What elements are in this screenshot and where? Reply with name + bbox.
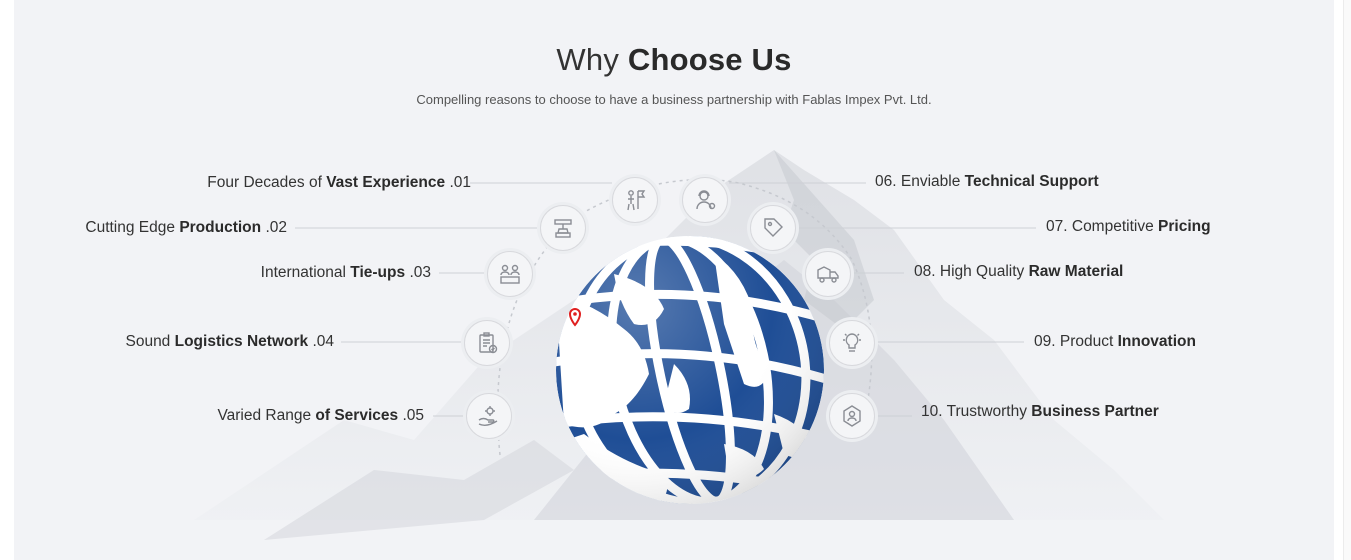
- reason-number: 08.: [914, 263, 936, 280]
- reason-number: .02: [265, 219, 287, 236]
- reason-prefix: Four Decades of: [207, 174, 327, 191]
- page-scrollbar[interactable]: [1343, 0, 1351, 560]
- reason-bold: Logistics Network: [174, 333, 309, 350]
- reason-item-04: Sound Logistics Network .04: [125, 333, 334, 351]
- reason-item-05: Varied Range of Services .05: [217, 407, 424, 425]
- reason-number: .05: [402, 407, 424, 424]
- reason-number: .03: [409, 264, 431, 281]
- reason-bold: Production: [179, 219, 262, 236]
- reason-number: 06.: [875, 173, 897, 190]
- handshake-network-icon: [829, 393, 875, 439]
- reason-bold: Innovation: [1117, 333, 1196, 350]
- reason-bold: Pricing: [1158, 218, 1211, 235]
- reason-bold: Technical Support: [964, 173, 1099, 190]
- reason-item-08: 08. High Quality Raw Material: [914, 263, 1123, 281]
- globe-image: [556, 236, 824, 504]
- clipboard-check-icon: [464, 320, 510, 366]
- reason-prefix: Varied Range: [217, 407, 316, 424]
- reason-item-02: Cutting Edge Production .02: [85, 219, 287, 237]
- hand-gear-icon: [466, 393, 512, 439]
- partners-icon: [487, 251, 533, 297]
- reason-prefix: Cutting Edge: [85, 219, 180, 236]
- flag-person-icon: [612, 177, 658, 223]
- reason-item-10: 10. Trustworthy Business Partner: [921, 403, 1159, 421]
- reason-item-01: Four Decades of Vast Experience .01: [207, 174, 471, 192]
- reason-item-03: International Tie-ups .03: [261, 264, 431, 282]
- reason-prefix: Product: [1055, 333, 1118, 350]
- reason-item-07: 07. Competitive Pricing: [1046, 218, 1211, 236]
- reason-prefix: Trustworthy: [942, 403, 1032, 420]
- reason-prefix: Competitive: [1067, 218, 1159, 235]
- reason-bold: of Services: [315, 407, 399, 424]
- reason-prefix: International: [260, 264, 351, 281]
- reason-bold: Vast Experience: [326, 174, 446, 191]
- reason-number: 07.: [1046, 218, 1068, 235]
- reason-bold: Raw Material: [1028, 263, 1124, 280]
- reason-number: .04: [312, 333, 334, 350]
- reason-prefix: Sound: [125, 333, 175, 350]
- support-agent-icon: [682, 177, 728, 223]
- reason-number: .01: [449, 174, 471, 191]
- reason-bold: Tie-ups: [350, 264, 406, 281]
- reason-bold: Business Partner: [1031, 403, 1159, 420]
- why-choose-us-section: Why Choose Us Compelling reasons to choo…: [14, 0, 1334, 560]
- lightbulb-gear-icon: [829, 320, 875, 366]
- reason-number: 10.: [921, 403, 943, 420]
- reason-item-06: 06. Enviable Technical Support: [875, 173, 1099, 191]
- reason-prefix: Enviable: [896, 173, 965, 190]
- reason-number: 09.: [1034, 333, 1056, 350]
- reason-item-09: 09. Product Innovation: [1034, 333, 1196, 351]
- reason-prefix: High Quality: [935, 263, 1029, 280]
